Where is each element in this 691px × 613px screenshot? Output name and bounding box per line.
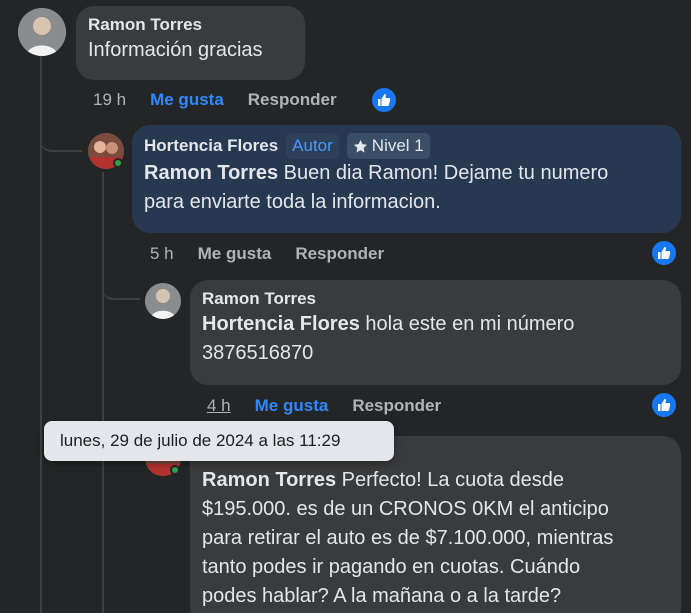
reply-actions: 5 h Me gusta Responder — [150, 244, 384, 264]
comment-bubble: Ramon Torres Información gracias — [76, 6, 305, 80]
reply-bubble: Ramon Torres Hortencia Flores hola este … — [190, 280, 681, 385]
reply-author[interactable]: Ramon Torres — [202, 288, 316, 310]
reply-actions: 4 h Me gusta Responder — [207, 396, 441, 416]
author-badge: Autor — [286, 133, 339, 159]
thumbs-up-icon — [658, 247, 671, 259]
reply-bubble: Hortencia Flores Ramon Torres Perfecto! … — [190, 436, 681, 613]
mention-link[interactable]: Hortencia Flores — [202, 313, 360, 335]
comment-text: Información gracias — [88, 39, 263, 61]
level-badge-label: Nivel 1 — [371, 136, 424, 155]
like-reaction-icon[interactable] — [370, 86, 398, 114]
star-icon — [353, 139, 367, 152]
online-status-icon — [170, 465, 180, 475]
mention-link[interactable]: Ramon Torres — [144, 162, 278, 184]
reply-time[interactable]: 4 h — [207, 396, 231, 416]
thumbs-up-icon — [658, 399, 671, 411]
avatar[interactable] — [145, 283, 181, 319]
reply-button[interactable]: Responder — [248, 90, 337, 110]
thread-connector-2 — [102, 270, 140, 300]
reply-text: Ramon Torres Buen dia Ramon! Dejame tu n… — [144, 162, 609, 213]
reply-author[interactable]: Hortencia Flores — [144, 135, 278, 157]
comment-author[interactable]: Ramon Torres — [88, 14, 202, 36]
thread-connector-1 — [40, 120, 82, 152]
like-button[interactable]: Me gusta — [198, 244, 272, 264]
like-button[interactable]: Me gusta — [255, 396, 329, 416]
avatar-photo-icon — [145, 283, 181, 319]
reply-button[interactable]: Responder — [352, 396, 441, 416]
avatar-photo-icon — [18, 8, 66, 56]
thread-line-sub — [102, 172, 104, 613]
reply-time[interactable]: 5 h — [150, 244, 174, 264]
like-button[interactable]: Me gusta — [150, 90, 224, 110]
reply-button[interactable]: Responder — [295, 244, 384, 264]
reply-text: Hortencia Flores hola este en mi número … — [202, 313, 575, 364]
timestamp-tooltip: lunes, 29 de julio de 2024 a las 11:29 — [44, 421, 394, 461]
level-badge: Nivel 1 — [346, 133, 430, 159]
mention-link[interactable]: Ramon Torres — [202, 469, 336, 491]
like-reaction-icon[interactable] — [650, 391, 678, 419]
comment-actions: 19 h Me gusta Responder — [93, 90, 337, 110]
like-reaction-icon[interactable] — [650, 239, 678, 267]
avatar[interactable] — [18, 8, 66, 56]
online-status-icon — [113, 158, 123, 168]
reply-bubble: Hortencia Flores Autor Nivel 1 Ramon Tor… — [132, 125, 681, 233]
reply-text: Ramon Torres Perfecto! La cuota desde $1… — [202, 469, 614, 607]
thumbs-up-icon — [378, 94, 391, 106]
comment-time[interactable]: 19 h — [93, 90, 126, 110]
